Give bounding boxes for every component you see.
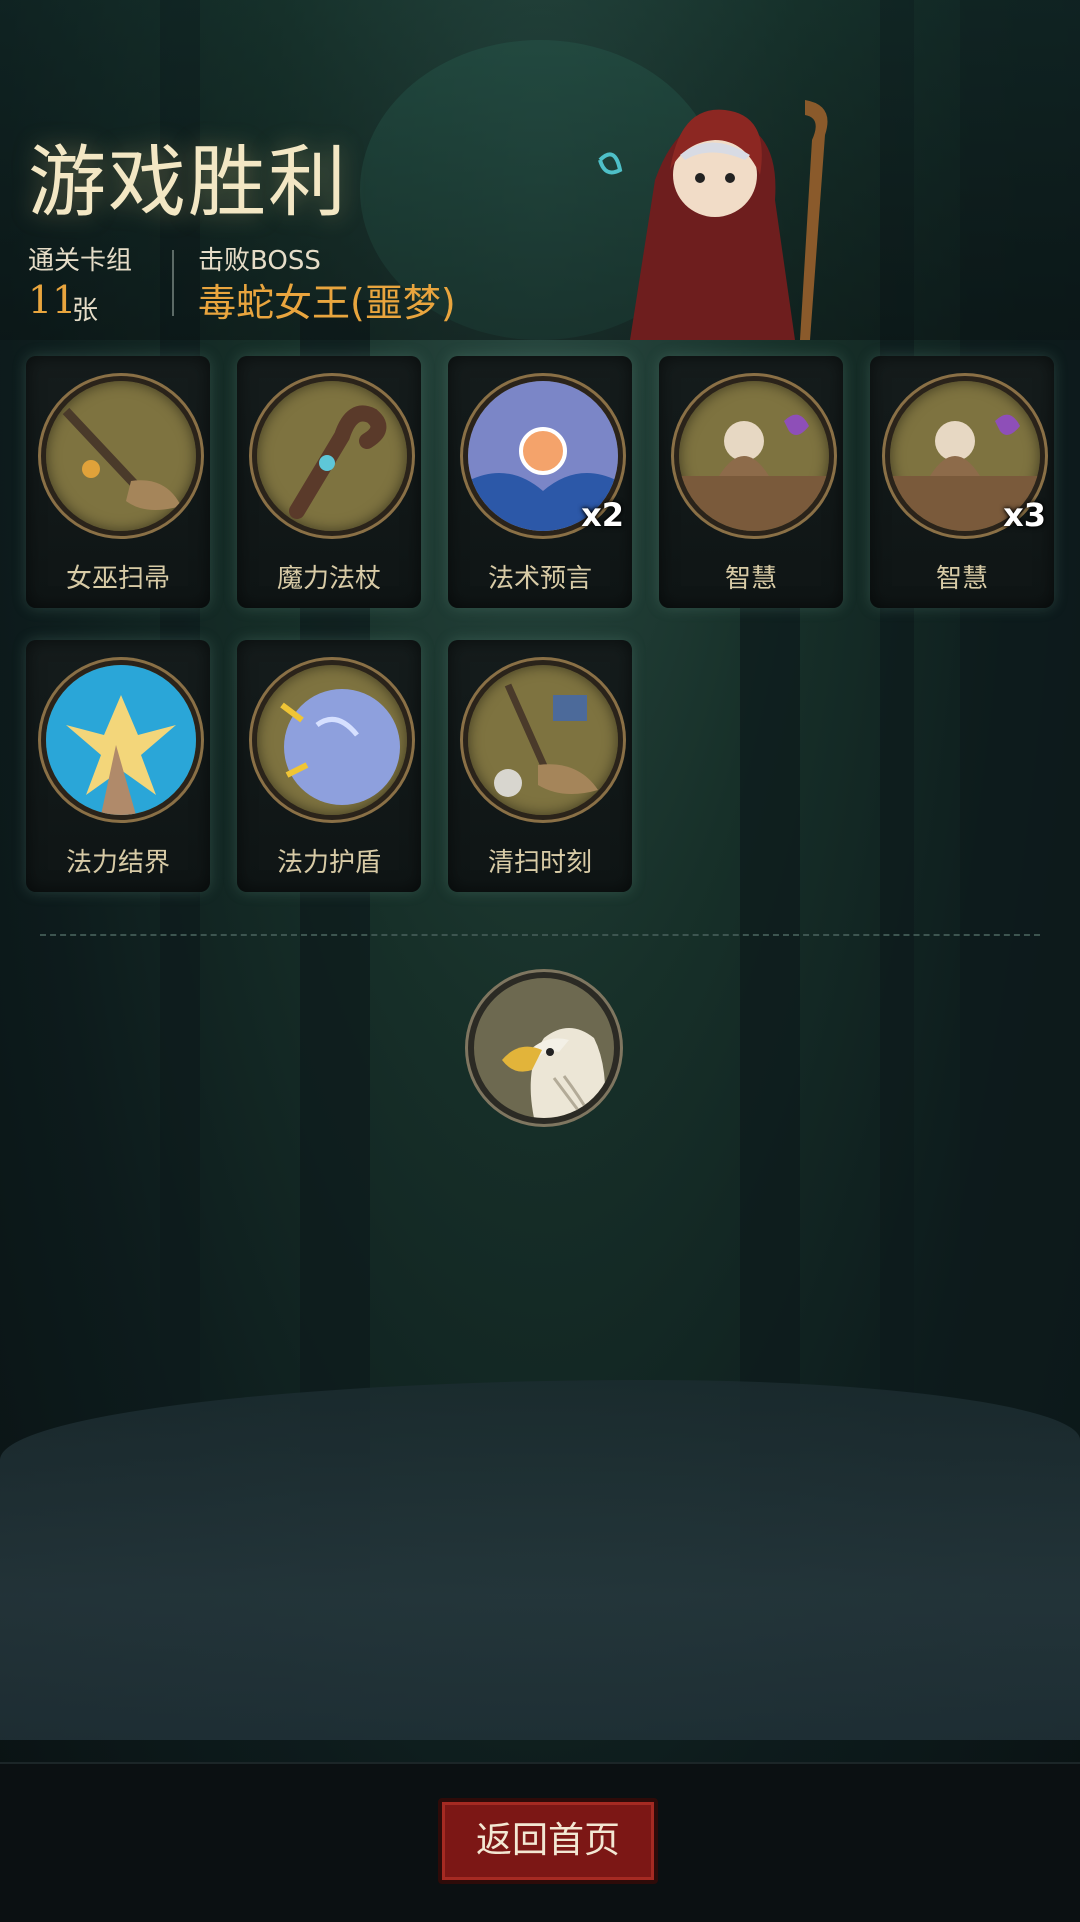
- card-name: 智慧: [724, 564, 777, 594]
- deck-card[interactable]: 女巫扫帚: [26, 356, 210, 608]
- relic-eagle[interactable]: [468, 972, 620, 1124]
- card-count-badge: x3: [1003, 496, 1046, 534]
- witch-hero-portrait: [598, 100, 828, 340]
- witch-broom-icon: [41, 376, 201, 536]
- deck-unit: 张: [72, 296, 99, 326]
- wisdom-sage-icon: [674, 376, 834, 536]
- card-name: 智慧: [935, 564, 988, 594]
- card-name: 法力护盾: [276, 848, 381, 878]
- card-name: 女巫扫帚: [65, 564, 170, 594]
- deck-card[interactable]: 智慧 x3: [870, 356, 1054, 608]
- deck-card[interactable]: 清扫时刻: [448, 640, 632, 892]
- deck-card[interactable]: 魔力法杖: [237, 356, 421, 608]
- card-name: 魔力法杖: [276, 564, 381, 594]
- mana-shield-icon: [252, 660, 412, 820]
- boss-name: 毒蛇女王(噩梦): [198, 281, 456, 325]
- card-name: 清扫时刻: [487, 848, 592, 878]
- card-count-badge: x2: [581, 496, 624, 534]
- deck-card[interactable]: 智慧: [659, 356, 843, 608]
- stat-divider: [172, 250, 174, 316]
- deck-label: 通关卡组: [28, 246, 133, 276]
- deck-count: 11: [28, 278, 77, 322]
- mana-barrier-icon: [41, 660, 201, 820]
- return-home-button[interactable]: 返回首页: [438, 1798, 658, 1884]
- deck-card[interactable]: 法力护盾: [237, 640, 421, 892]
- section-divider: [40, 934, 1040, 936]
- victory-title: 游戏胜利: [28, 138, 349, 228]
- sweep-time-icon: [463, 660, 623, 820]
- deck-card[interactable]: 法术预言 x2: [448, 356, 632, 608]
- magic-staff-icon: [252, 376, 412, 536]
- eagle-icon: [502, 1028, 606, 1118]
- card-name: 法力结界: [65, 848, 170, 878]
- card-name: 法术预言: [487, 564, 592, 594]
- snow-ground: [0, 1380, 1080, 1740]
- deck-card[interactable]: 法力结界: [26, 640, 210, 892]
